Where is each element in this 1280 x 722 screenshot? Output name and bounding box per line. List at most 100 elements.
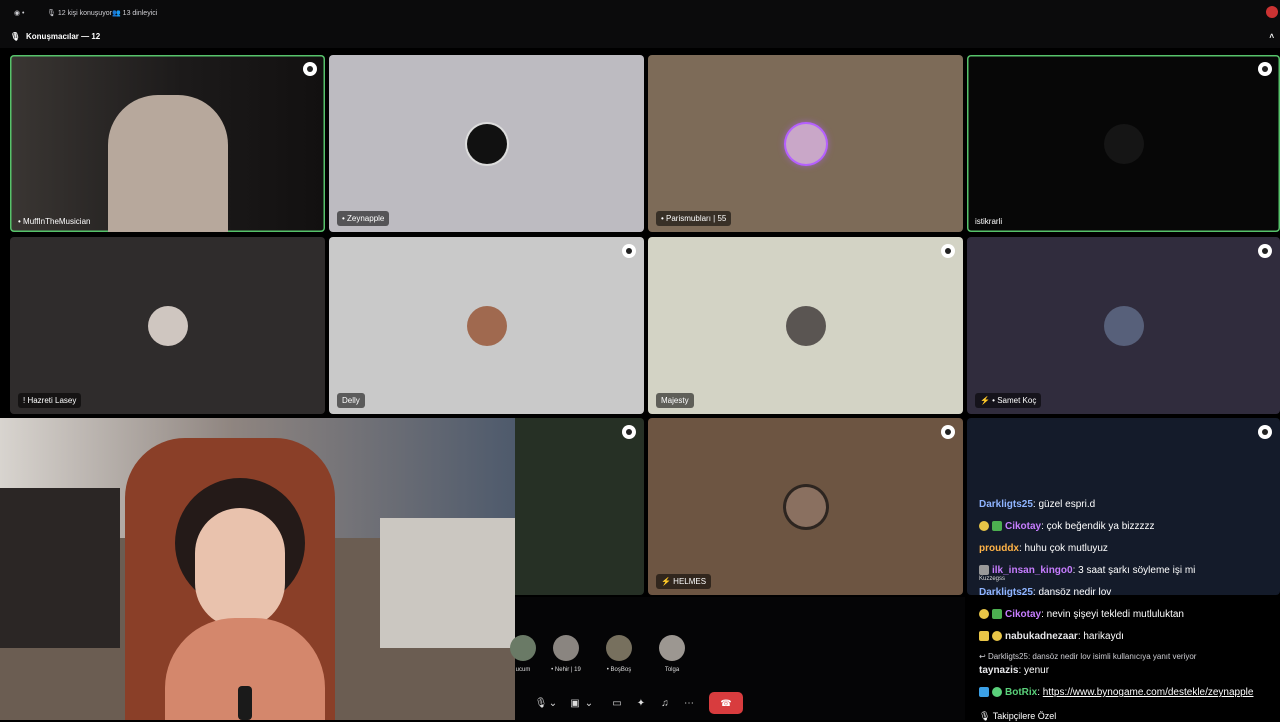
video-tile-zeynapple[interactable]: • Zeynapple — [329, 55, 644, 232]
soundboard-icon[interactable]: ♫ — [654, 693, 676, 713]
chat-text: : yenur — [1018, 665, 1050, 676]
top-bar: ◉ • 🎙 12 kişi konuşuyor 👥 13 dinleyici — [0, 0, 1280, 26]
reply-note-text: Darkligts25: dansöz nedir lov isimli kul… — [987, 652, 1197, 661]
video-tile-delly[interactable]: Delly — [329, 237, 644, 414]
radiator — [380, 518, 515, 648]
video-tile-samet-koc[interactable]: ⚡ • Samet Koç — [967, 237, 1280, 414]
avatar — [466, 123, 507, 164]
chat-message: Darkligts25: güzel espri.d — [979, 499, 1095, 510]
chat-username: Darkligts25 — [979, 587, 1033, 598]
avatar — [785, 305, 826, 346]
kuzzegss-label: Kuzzegss — [979, 576, 1006, 582]
chat-text: : dansöz nedir lov — [1032, 587, 1112, 598]
phone-icon: ☎ — [720, 697, 732, 708]
chat-text: : 3 saat şarkı söyleme işi mi — [1072, 565, 1196, 576]
chat-message: taynazis: yenur — [979, 665, 1049, 676]
chat-username: BotRix — [1005, 687, 1038, 698]
speakers-header: 🎙 Konuşmacılar — 12 ˄ — [0, 26, 1280, 48]
tile-name: • Parismubları | 55 — [656, 211, 732, 226]
speakers-count-label: 12 kişi konuşuyor — [57, 10, 112, 17]
avatar — [1103, 305, 1144, 346]
user-avatar[interactable] — [1266, 6, 1278, 18]
person-face — [195, 508, 285, 628]
gear-icon[interactable] — [941, 244, 955, 258]
webcam-overlay — [0, 418, 515, 720]
bot-badge-icon — [979, 687, 989, 698]
reply-note: ↩ Darkligts25: dansöz nedir lov isimli k… — [979, 652, 1197, 661]
video-tile-muffin[interactable]: • MuffInTheMusician — [10, 55, 325, 232]
chat-username: ilk_insan_kingo0 — [992, 565, 1073, 576]
avatar — [466, 305, 507, 346]
gift-badge-icon — [992, 609, 1002, 620]
tile-name: ⚡ • Samet Koç — [975, 393, 1042, 408]
video-tile-helmes[interactable]: ⚡ HELMES — [648, 418, 963, 595]
chat-username: Cikotay — [1005, 609, 1042, 620]
mic-icon: 🎙 — [10, 32, 21, 41]
gear-icon[interactable] — [1258, 62, 1272, 76]
chat-text: : harikaydı — [1077, 631, 1124, 642]
chat-username: Darkligts25 — [979, 499, 1033, 510]
chat-message: Darkligts25: dansöz nedir lov — [979, 587, 1111, 598]
sub-badge-icon — [992, 631, 1002, 642]
chat-message: BotRix: https://www.bynogame.com/destekl… — [979, 687, 1253, 698]
chat-username: nabukadnezaar — [1005, 631, 1078, 642]
video-tile-majesty[interactable]: Majesty — [648, 237, 963, 414]
participant-mini[interactable]: Tolga — [652, 635, 692, 673]
more-icon[interactable]: ⋯ — [678, 693, 700, 713]
tile-name: ⚡ HELMES — [656, 574, 712, 589]
chat-message: Cikotay: çok beğendik ya bizzzzz — [979, 521, 1155, 532]
chat-message: nabukadnezaar: harikaydı — [979, 631, 1124, 642]
chat-username: prouddx — [979, 543, 1019, 554]
participant-mini[interactable]: • Nehir | 19 — [546, 635, 586, 673]
gift-badge-icon — [992, 521, 1002, 532]
gear-icon[interactable] — [303, 62, 317, 76]
video-tile-parismublari[interactable]: • Parismubları | 55 — [648, 55, 963, 232]
chevron-down-icon[interactable]: ⌄ — [546, 693, 560, 713]
chat-text: : huhu çok mutluyuz — [1019, 543, 1108, 554]
hang-up-button[interactable]: ☎ — [709, 692, 743, 714]
tile-name: Delly — [337, 393, 365, 408]
person-figure — [108, 95, 228, 232]
tile-name: istikrarli — [975, 217, 1003, 226]
chevron-down-icon[interactable]: ⌄ — [582, 693, 596, 713]
tile-name: Majesty — [656, 393, 694, 408]
chat-text: : güzel espri.d — [1032, 499, 1096, 510]
tile-name: • Zeynapple — [337, 211, 390, 226]
chat-link[interactable]: https://www.bynogame.com/destekle/zeynap… — [1043, 687, 1254, 698]
avatar — [1103, 123, 1144, 164]
video-tile-istikrarli[interactable]: istikrarli — [967, 55, 1280, 232]
chat-message: ilk_insan_kingo0: 3 saat şarkı söyleme i… — [979, 565, 1195, 576]
verified-badge-icon — [992, 687, 1002, 698]
chat-text: : nevin şişeyi tekledi mutluluktan — [1041, 609, 1184, 620]
chat-username: taynazis — [979, 665, 1019, 676]
tile-name: ! Hazreti Lasey — [18, 393, 82, 408]
sofa — [0, 488, 120, 648]
gear-icon[interactable] — [941, 425, 955, 439]
activity-icon[interactable]: ✦ — [630, 693, 652, 713]
gear-icon[interactable] — [1258, 244, 1272, 258]
participant-label: • Nehir | 19 — [551, 667, 581, 673]
tile-name: • MuffInTheMusician — [18, 217, 91, 226]
speakers-count: 🎙 12 kişi konuşuyor — [47, 10, 112, 17]
participant-label: Tolga — [664, 667, 680, 673]
participant-mini[interactable]: ucum — [503, 635, 543, 673]
participant-label: • BoşBoş — [606, 667, 632, 673]
gear-icon[interactable] — [622, 425, 636, 439]
chat-username: Cikotay — [1005, 521, 1042, 532]
listeners-count-label: 13 dinleyici — [122, 10, 158, 17]
listeners-count: 👥 13 dinleyici — [112, 10, 158, 17]
speakers-header-label: Konuşmacılar — 12 — [26, 32, 101, 41]
gear-icon[interactable] — [622, 244, 636, 258]
video-tile-hazreti-lasey[interactable]: ! Hazreti Lasey — [10, 237, 325, 414]
chat-message: prouddx: huhu çok mutluyuz — [979, 543, 1108, 554]
avatar — [785, 123, 826, 164]
participant-label: ucum — [515, 667, 531, 673]
chat-text: : çok beğendik ya bizzzzz — [1041, 521, 1155, 532]
gear-icon[interactable] — [1258, 425, 1272, 439]
participant-mini[interactable]: • BoşBoş — [599, 635, 639, 673]
crown-badge-icon — [979, 631, 989, 642]
avatar — [147, 305, 188, 346]
screen-share-icon[interactable]: ▭ — [606, 693, 628, 713]
chevron-up-icon[interactable]: ˄ — [1269, 32, 1274, 41]
server-icon[interactable]: ◉ • — [14, 9, 25, 17]
